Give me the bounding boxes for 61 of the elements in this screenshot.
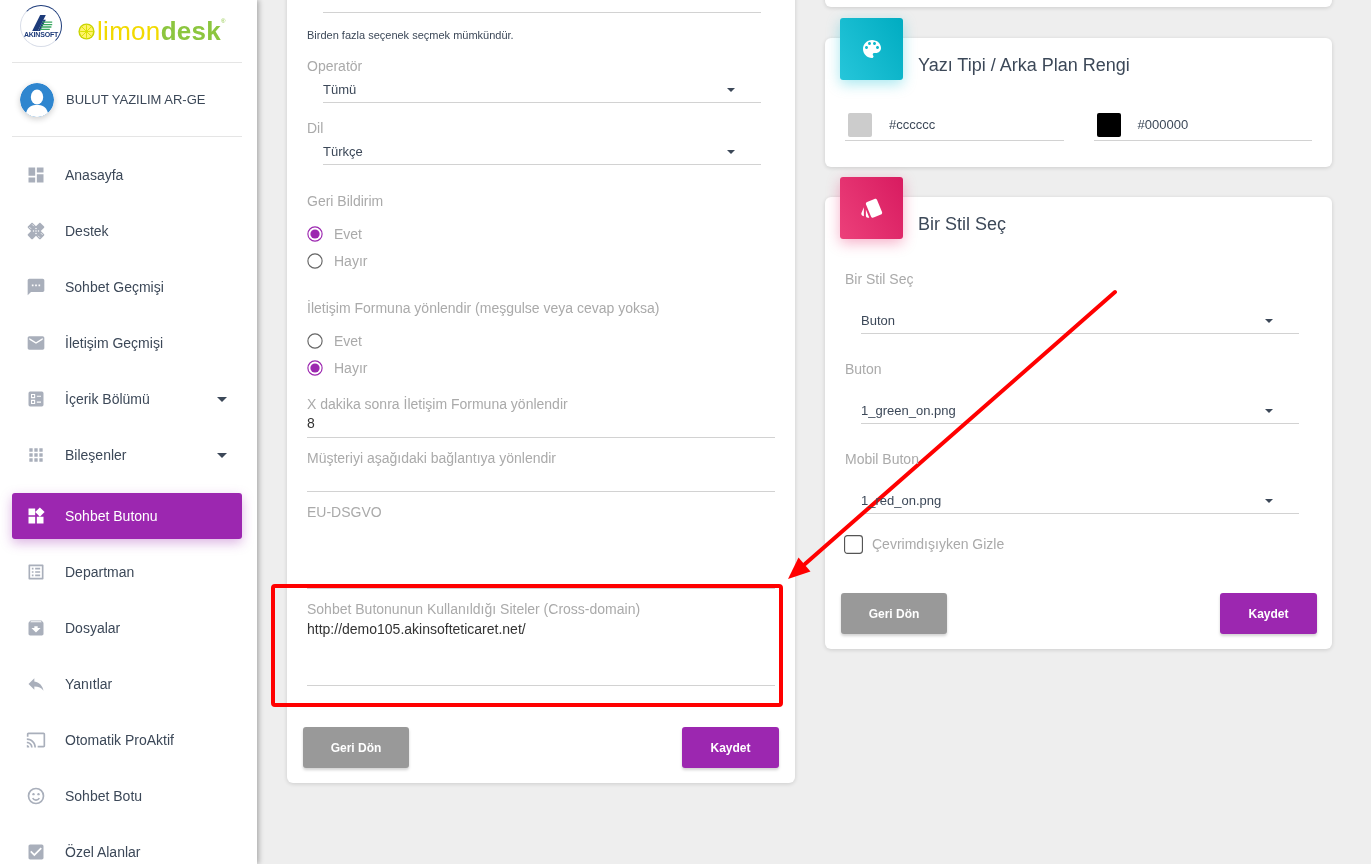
field-label: Mobil Buton — [845, 450, 920, 469]
tiles-icon — [26, 506, 46, 526]
save-button[interactable]: Kaydet — [682, 727, 779, 768]
caret-icon — [1265, 408, 1273, 413]
sidebar-item[interactable]: İçerik Bölümü — [12, 376, 242, 422]
caret-icon — [727, 87, 735, 92]
card-title: Yazı Tipi / Arka Plan Rengi — [918, 54, 1130, 77]
select-field[interactable]: Tümü — [323, 77, 761, 103]
field-label: Müşteriyi aşağıdaki bağlantıya yönlendir — [307, 449, 558, 468]
sidebar-item[interactable]: Özel Alanlar — [12, 829, 242, 864]
select-field[interactable]: Türkçe — [323, 139, 761, 165]
envelope-icon — [26, 333, 46, 353]
caret-icon — [217, 452, 227, 458]
color-field[interactable]: #cccccc — [845, 109, 1064, 141]
text-area[interactable]: http://demo105.akinsofteticaret.net/ — [307, 619, 775, 686]
field-label: Dil — [307, 119, 325, 138]
sidebar-item[interactable]: Sohbet Botu — [12, 773, 242, 819]
field-label: Sohbet Butonunun Kullanıldığı Siteler (Cross-domain) — [307, 600, 642, 619]
dashboard-icon — [26, 165, 46, 185]
save-button[interactable]: Kaydet — [1220, 593, 1317, 634]
bandage-icon — [26, 221, 46, 241]
sidebar-item[interactable]: Sohbet Geçmişi — [12, 264, 242, 310]
smiley-icon — [26, 786, 46, 806]
archive-icon — [26, 618, 46, 638]
logo-wordmark: limondesk$^{®}$ — [97, 16, 226, 46]
avatar-icon — [20, 82, 54, 117]
cast-icon — [26, 730, 46, 750]
caret-icon — [727, 149, 735, 154]
select-field[interactable]: 1_green_on.png — [861, 398, 1299, 424]
field-label: EU-DSGVO — [307, 503, 383, 522]
grid-icon — [26, 445, 46, 465]
sidebar-item[interactable]: Anasayfa — [12, 152, 242, 198]
form-icon — [26, 389, 46, 409]
chat-bubble-icon — [26, 277, 46, 297]
sidebar-item[interactable]: Departman — [12, 549, 242, 595]
sidebar-item[interactable]: Sohbet Butonu — [12, 493, 242, 539]
user-name: BULUT YAZILIM AR-GE — [66, 92, 206, 107]
sidebar-item[interactable]: Yanıtlar — [12, 661, 242, 707]
field-label: Buton — [845, 360, 883, 379]
select-field[interactable]: Buton — [861, 308, 1299, 334]
sidebar-item[interactable]: Destek — [12, 208, 242, 254]
sidebar-item[interactable]: Bileşenler — [12, 432, 242, 478]
color-field[interactable]: #000000 — [1093, 109, 1312, 141]
sidebar-item[interactable]: İletişim Geçmişi — [12, 320, 242, 366]
list-icon — [26, 562, 46, 582]
checked-box-icon — [26, 842, 46, 862]
field-label: X dakika sonra İletişim Formuna yönlendir — [307, 395, 569, 414]
caret-icon — [1265, 498, 1273, 503]
hint-text: Birden fazla seçenek seçmek mümkündür. — [307, 28, 515, 43]
emblem-icon — [29, 14, 53, 31]
caret-icon — [217, 396, 227, 402]
input-field[interactable]: 8 — [307, 414, 775, 438]
sidebar-item[interactable]: Otomatik ProAktif — [12, 717, 242, 763]
field-label: Geri Bildirim — [307, 192, 385, 211]
sidebar-item[interactable]: Dosyalar — [12, 605, 242, 651]
field-label: İletişim Formuna yönlendir (meşgulse veya cevap yoksa) — [307, 299, 661, 318]
caret-icon — [1265, 318, 1273, 323]
field-label: Bir Stil Seç — [845, 270, 915, 289]
field-label: Operatör — [307, 57, 364, 76]
card-title: Bir Stil Seç — [918, 213, 1007, 236]
lemon-slice-icon — [78, 22, 95, 40]
